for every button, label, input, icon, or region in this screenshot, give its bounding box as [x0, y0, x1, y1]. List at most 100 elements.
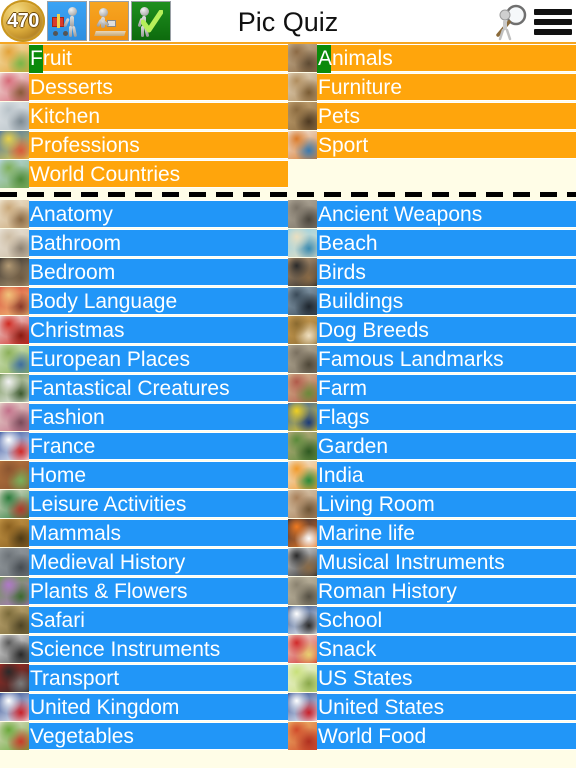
category-label: Fruit	[30, 46, 72, 70]
category-row[interactable]: Furniture	[288, 73, 576, 102]
category-row[interactable]: Ancient Weapons	[288, 200, 576, 229]
category-row[interactable]: Beach	[288, 229, 576, 258]
category-row[interactable]: Pets	[288, 102, 576, 131]
search-icon[interactable]	[490, 2, 530, 42]
category-bar: Garden	[317, 432, 576, 460]
category-row[interactable]: Famous Landmarks	[288, 345, 576, 374]
category-row[interactable]: Professions	[0, 131, 288, 160]
category-label: Pets	[318, 104, 361, 128]
category-label: Buildings	[318, 289, 404, 313]
category-label: Famous Landmarks	[318, 347, 504, 371]
category-row[interactable]: Snack	[288, 635, 576, 664]
menu-line-3	[534, 29, 572, 35]
category-row[interactable]: Garden	[288, 432, 576, 461]
category-row[interactable]: Flags	[288, 403, 576, 432]
category-row[interactable]: Science Instruments	[0, 635, 288, 664]
category-label: Fantastical Creatures	[30, 376, 230, 400]
europe-map-thumb	[0, 345, 29, 373]
category-row[interactable]: Vegetables	[0, 722, 288, 751]
category-bar: Dog Breeds	[317, 316, 576, 344]
category-row[interactable]: Fruit	[0, 44, 288, 73]
category-row[interactable]: Fashion	[0, 403, 288, 432]
fruit-bowl-thumb	[0, 44, 29, 72]
category-row[interactable]: Fantastical Creatures	[0, 374, 288, 403]
category-bar: United Kingdom	[29, 693, 288, 721]
category-label: Sport	[318, 133, 369, 157]
microscope-thumb	[0, 635, 29, 663]
category-row[interactable]: World Countries	[0, 160, 288, 189]
all-categories-section: Anatomy Bathroom Bedroom Body Language Chris…	[0, 200, 576, 751]
category-bar: World Countries	[29, 160, 288, 188]
category-row[interactable]: Birds	[288, 258, 576, 287]
category-label: Leisure Activities	[30, 492, 187, 516]
clownfish-thumb	[288, 519, 317, 547]
category-bar: Famous Landmarks	[317, 345, 576, 373]
category-row[interactable]: World Food	[288, 722, 576, 751]
coin-balance-badge[interactable]: 470	[1, 0, 45, 42]
category-bar: Ancient Weapons	[317, 200, 576, 228]
header-left-group: 470	[0, 0, 171, 43]
category-bar: World Food	[317, 722, 576, 750]
category-row[interactable]: Christmas	[0, 316, 288, 345]
category-row[interactable]: Musical Instruments	[288, 548, 576, 577]
category-row[interactable]: Transport	[0, 664, 288, 693]
category-row[interactable]: European Places	[0, 345, 288, 374]
category-row[interactable]: Anatomy	[0, 200, 288, 229]
animals-collage-thumb	[288, 44, 317, 72]
category-label: Desserts	[30, 75, 113, 99]
category-row[interactable]: United States	[288, 693, 576, 722]
category-bar: Pets	[317, 102, 576, 130]
armchair-thumb	[288, 73, 317, 101]
category-bar: Bathroom	[29, 229, 288, 257]
category-label: Safari	[30, 608, 85, 632]
category-row[interactable]: Marine life	[288, 519, 576, 548]
category-bar: Plants & Flowers	[29, 577, 288, 605]
category-row[interactable]: Animals	[288, 44, 576, 73]
category-row[interactable]: Mammals	[0, 519, 288, 548]
category-row[interactable]: United Kingdom	[0, 693, 288, 722]
category-label: Professions	[30, 133, 140, 157]
category-row[interactable]: US States	[288, 664, 576, 693]
category-label: Kitchen	[30, 104, 101, 128]
category-row[interactable]: Plants & Flowers	[0, 577, 288, 606]
category-lists: Fruit Desserts Kitchen Professions World Cou…	[0, 44, 576, 751]
category-row[interactable]: India	[288, 461, 576, 490]
category-bar: Musical Instruments	[317, 548, 576, 576]
category-row[interactable]: Kitchen	[0, 102, 288, 131]
category-label: Anatomy	[30, 202, 113, 226]
santa-thumb	[0, 316, 29, 344]
backpack-thumb	[288, 606, 317, 634]
category-row[interactable]: Home	[0, 461, 288, 490]
category-row[interactable]: Medieval History	[0, 548, 288, 577]
category-row[interactable]: Farm	[288, 374, 576, 403]
category-row[interactable]: Bathroom	[0, 229, 288, 258]
category-label: Animals	[318, 46, 393, 70]
category-row[interactable]: Bedroom	[0, 258, 288, 287]
category-label: United States	[318, 695, 445, 719]
category-row[interactable]: Living Room	[288, 490, 576, 519]
category-label: France	[30, 434, 96, 458]
shopping-cart-icon[interactable]	[47, 1, 87, 41]
category-row[interactable]: Roman History	[288, 577, 576, 606]
app-header: 470 Pic Quiz	[0, 0, 576, 44]
bird-thumb	[288, 258, 317, 286]
category-row[interactable]: Safari	[0, 606, 288, 635]
faces-thumb	[0, 287, 29, 315]
category-row[interactable]: Desserts	[0, 73, 288, 102]
check-mark-icon[interactable]	[131, 1, 171, 41]
category-row[interactable]: Buildings	[288, 287, 576, 316]
category-label: Plants & Flowers	[30, 579, 188, 603]
category-row[interactable]: France	[0, 432, 288, 461]
menu-icon[interactable]	[534, 7, 572, 37]
us-flag-map-thumb	[288, 693, 317, 721]
category-bar: Leisure Activities	[29, 490, 288, 518]
category-row[interactable]: Leisure Activities	[0, 490, 288, 519]
bedroom-thumb	[0, 258, 29, 286]
category-row[interactable]: Sport	[288, 131, 576, 160]
category-bar: Roman History	[317, 577, 576, 605]
category-row[interactable]: Body Language	[0, 287, 288, 316]
desk-worker-icon[interactable]	[89, 1, 129, 41]
category-row[interactable]: School	[288, 606, 576, 635]
human-body-thumb	[0, 200, 29, 228]
category-row[interactable]: Dog Breeds	[288, 316, 576, 345]
